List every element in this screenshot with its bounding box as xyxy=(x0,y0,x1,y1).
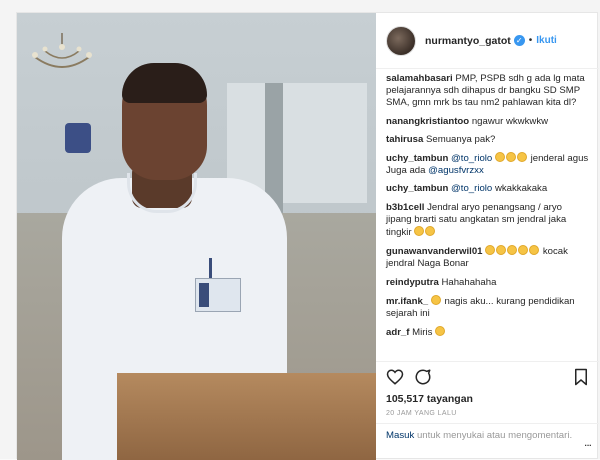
id-card-photo xyxy=(199,283,209,307)
more-options-icon[interactable]: ... xyxy=(584,436,592,448)
grimacing-emoji-icon xyxy=(425,226,436,237)
comment-item: gunawanvanderwil01 kocak jendral Naga Bo… xyxy=(386,245,589,270)
page-background: nurmantyo_gatot ✓ • Ikuti salamahbasari … xyxy=(0,0,600,460)
comment-mention[interactable]: @to_riolo xyxy=(451,183,492,194)
comment-item: reindyputra Hahahahaha xyxy=(386,277,589,289)
comment-item: uchy_tambun @to_riolo wkakkakaka xyxy=(386,183,589,195)
comment-text: ngawur wkwkwkw xyxy=(471,115,549,127)
grinning-emoji-icon xyxy=(507,245,518,256)
laughing-emoji-icon xyxy=(494,152,505,163)
comment-text: wkakkakaka xyxy=(494,183,548,195)
post-sidebar: nurmantyo_gatot ✓ • Ikuti salamahbasari … xyxy=(376,13,599,460)
comment-text: Semuanya pak? xyxy=(426,133,496,145)
comment-username[interactable]: adr_f xyxy=(386,327,409,338)
chandelier-graphic xyxy=(32,33,92,68)
comment-username[interactable]: b3b1cell xyxy=(386,202,424,213)
grinning-emoji-icon xyxy=(529,245,540,256)
login-prompt-text: untuk menyukai atau mengomentari. xyxy=(416,430,573,441)
instagram-post: nurmantyo_gatot ✓ • Ikuti salamahbasari … xyxy=(16,12,599,460)
person-hair xyxy=(122,63,207,103)
comment-text: Miris xyxy=(412,327,433,339)
avatar[interactable] xyxy=(386,25,416,56)
comment-item: b3b1cell Jendral aryo penangsang / aryo … xyxy=(386,202,589,240)
comment-item: adr_f Miris xyxy=(386,326,589,339)
comment-item: mr.ifank_ nagis aku... kurang pendidikan… xyxy=(386,294,589,320)
comment-text: Hahahahaha xyxy=(441,276,497,288)
comment-username[interactable]: tahirusa xyxy=(386,134,423,145)
grinning-emoji-icon xyxy=(496,245,507,256)
post-actions xyxy=(376,361,599,389)
video-player[interactable] xyxy=(17,13,376,460)
comment-username[interactable]: uchy_tambun xyxy=(386,153,448,164)
login-prompt: Masuk untuk menyukai atau mengomentari. … xyxy=(376,423,599,460)
separator-dot: • xyxy=(528,35,533,46)
comment-username[interactable]: mr.ifank_ xyxy=(386,296,428,307)
id-lanyard xyxy=(209,258,212,280)
follow-button[interactable]: Ikuti xyxy=(536,35,557,46)
comment-mention[interactable]: @agusfvrzxx xyxy=(428,165,484,176)
comment-username[interactable]: salamahbasari xyxy=(386,73,453,84)
wall-emblem xyxy=(65,123,91,153)
comment-item: uchy_tambun @to_riolo jenderal agus Juga… xyxy=(386,152,589,177)
comment-username[interactable]: gunawanvanderwil01 xyxy=(386,246,483,257)
comment-item: salamahbasari PMP, PSPB sdh g ada lg mat… xyxy=(386,73,589,110)
grinning-emoji-icon xyxy=(518,245,529,256)
comment-username[interactable]: nanangkristiantoo xyxy=(386,116,469,127)
comment-icon[interactable] xyxy=(414,368,432,386)
comment-item: nanangkristiantoo ngawur wkwkwkw xyxy=(386,116,589,128)
grinning-emoji-icon xyxy=(485,245,496,256)
id-card xyxy=(195,278,241,312)
comment-mention[interactable]: @to_riolo xyxy=(451,153,492,164)
post-header: nurmantyo_gatot ✓ • Ikuti xyxy=(376,13,599,69)
comments-list[interactable]: salamahbasari PMP, PSPB sdh g ada lg mat… xyxy=(376,69,599,359)
grimacing-emoji-icon xyxy=(414,226,425,237)
verified-badge-icon: ✓ xyxy=(513,35,525,46)
comment-username[interactable]: reindyputra xyxy=(386,277,439,288)
post-timestamp: 20 JAM YANG LALU xyxy=(386,410,457,417)
login-link[interactable]: Masuk xyxy=(386,430,414,441)
podium xyxy=(117,373,376,460)
comment-username[interactable]: uchy_tambun xyxy=(386,183,448,194)
crying-emoji-icon xyxy=(430,294,441,305)
heart-icon[interactable] xyxy=(386,368,404,386)
laughing-emoji-icon xyxy=(505,152,516,163)
comment-item: tahirusa Semuanya pak? xyxy=(386,134,589,146)
sad-emoji-icon xyxy=(435,326,446,337)
post-username[interactable]: nurmantyo_gatot xyxy=(425,35,511,47)
laughing-emoji-icon xyxy=(516,152,527,163)
view-count: 105,517 tayangan xyxy=(386,393,473,405)
bookmark-icon[interactable] xyxy=(572,368,590,386)
